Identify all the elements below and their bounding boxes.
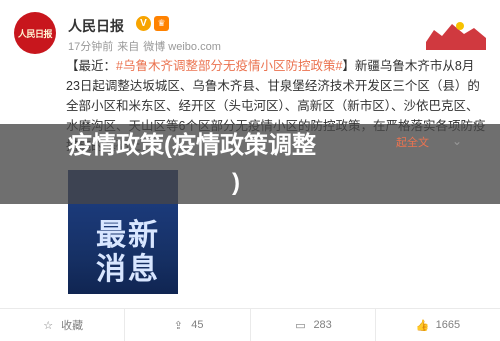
author-name[interactable]: 人民日报 (68, 16, 124, 36)
post-prefix: 【最近： (66, 59, 117, 73)
action-bar: ☆ 收藏 ⇪ 45 ▭ 283 👍 1665 (0, 308, 500, 341)
chevron-down-icon[interactable]: ⌄ (452, 134, 468, 150)
post-header: 人民日报 人民日报 V ♛ 17分钟前 来自 微博 weibo.com (14, 12, 486, 62)
verified-icon: V (136, 16, 151, 31)
avatar-logo-text: 人民日报 (17, 29, 53, 40)
expand-text-link[interactable]: 起全文 (396, 134, 429, 150)
post-image[interactable]: 最新 消息 (68, 204, 178, 294)
repost-count: 45 (191, 319, 204, 331)
repost-button[interactable]: ⇪ 45 (125, 309, 251, 341)
favorite-button[interactable]: ☆ 收藏 (0, 309, 126, 341)
post-from-label: 来自 (117, 41, 140, 53)
comment-count: 283 (313, 319, 332, 331)
author-avatar[interactable]: 人民日报 (14, 12, 56, 54)
overlay-title: 疫情政策(疫情政策调整 (68, 132, 316, 159)
like-button[interactable]: 👍 1665 (376, 309, 500, 341)
post-meta: 17分钟前 来自 微博 weibo.com (68, 38, 221, 54)
comment-button[interactable]: ▭ 283 (251, 309, 376, 341)
poster-headline-2: 消息 (96, 253, 160, 286)
post-time[interactable]: 17分钟前 (68, 38, 113, 54)
vip-icon: ♛ (154, 16, 169, 31)
repost-icon: ⇪ (173, 319, 183, 332)
like-count: 1665 (435, 319, 461, 331)
star-icon: ☆ (43, 319, 54, 332)
like-icon: 👍 (415, 319, 430, 332)
post-source[interactable]: 微博 weibo.com (143, 38, 221, 54)
favorite-label: 收藏 (61, 320, 84, 332)
overlay-title-close: ) (232, 169, 240, 196)
comment-icon: ▭ (295, 319, 306, 332)
author-badges: V ♛ (136, 16, 169, 31)
header-decoration-banner (386, 12, 486, 50)
post-hashtag[interactable]: #乌鲁木齐调整部分无疫情小区防控政策# (116, 59, 342, 73)
